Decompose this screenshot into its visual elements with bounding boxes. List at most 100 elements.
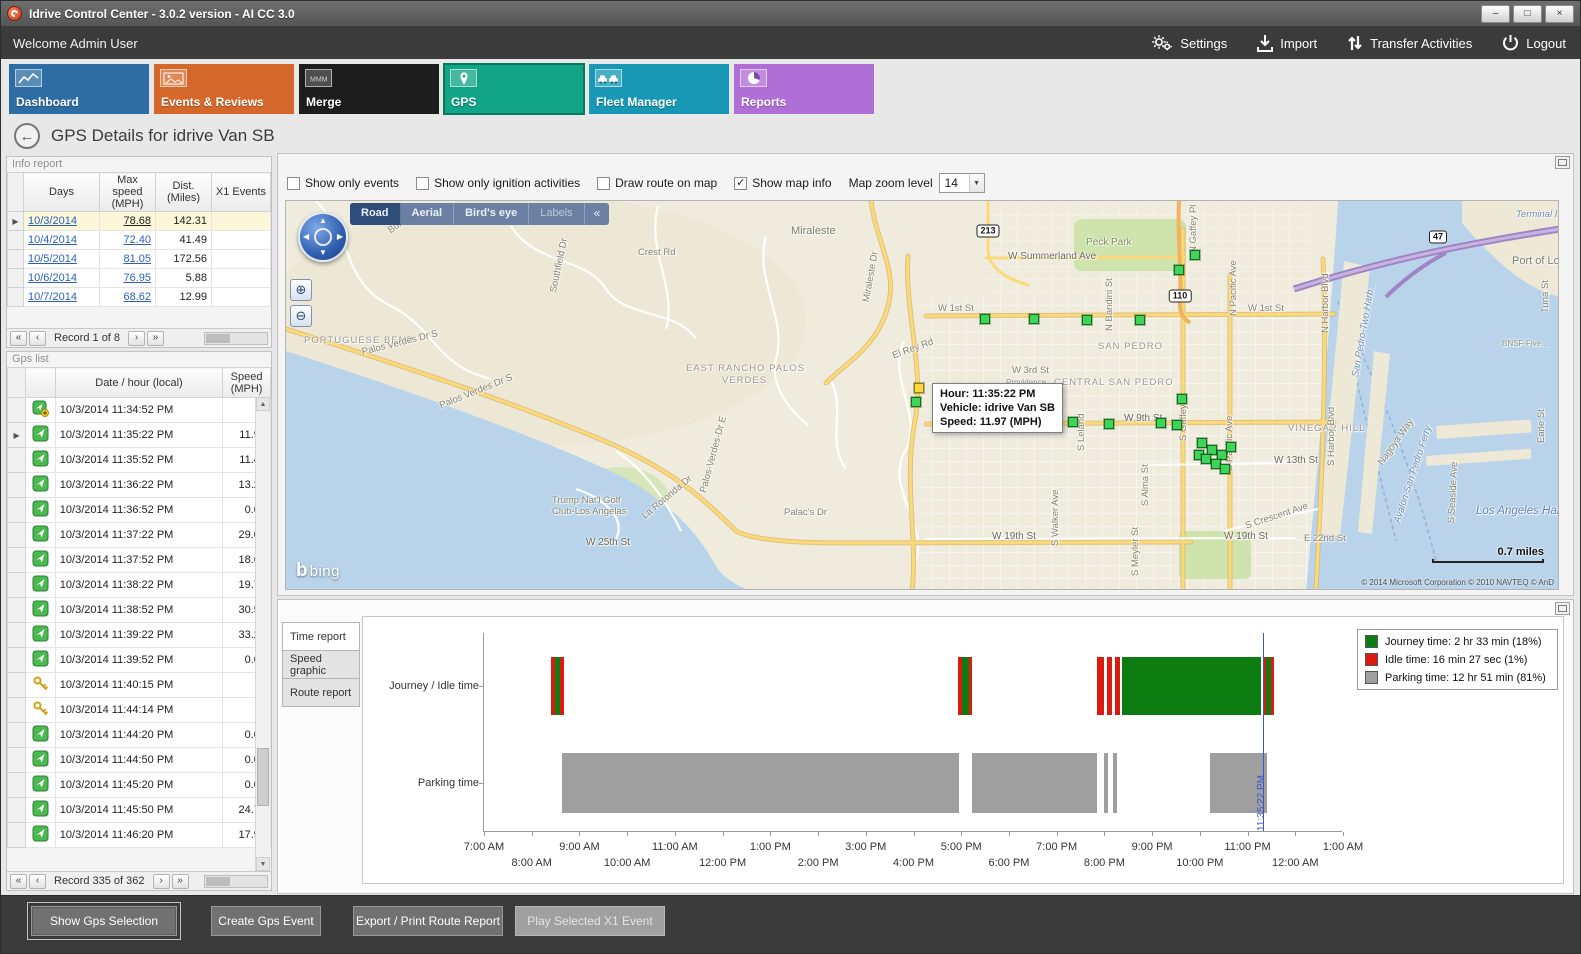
gps-datetime-cell[interactable]: 10/3/2014 11:36:22 PM (55, 473, 222, 498)
gps-marker[interactable] (1172, 420, 1182, 430)
gps-datetime-cell[interactable]: 10/3/2014 11:36:52 PM (55, 498, 222, 523)
table-row[interactable]: 10/4/201472.4041.49 (8, 231, 271, 250)
map-zoom-out-button[interactable]: ⊖ (290, 305, 312, 327)
gps-datetime-cell[interactable]: 10/3/2014 11:44:14 PM (55, 698, 222, 723)
info-days-cell[interactable]: 10/4/2014 (24, 231, 100, 250)
gps-marker[interactable] (1201, 454, 1211, 464)
gps-marker[interactable] (911, 397, 921, 407)
info-days-cell[interactable]: 10/7/2014 (24, 288, 100, 307)
gps-next-record-button[interactable]: › (153, 874, 170, 889)
list-item[interactable]: 10/3/2014 11:36:22 PM13.28 (8, 473, 271, 498)
export-print-route-report-button[interactable]: Export / Print Route Report (353, 906, 503, 936)
gps-marker[interactable] (1156, 418, 1166, 428)
info-column-header[interactable]: Dist. (Miles) (156, 173, 212, 212)
pan-right-icon[interactable]: ▶ (337, 233, 343, 241)
map-tabs-collapse-icon[interactable]: « (585, 203, 610, 225)
gps-datetime-cell[interactable]: 10/3/2014 11:40:15 PM (55, 673, 222, 698)
tab-fleet-manager[interactable]: Fleet Manager (589, 64, 729, 114)
info-max-speed-cell[interactable]: 72.40 (100, 231, 156, 250)
gps-marker[interactable] (1174, 265, 1184, 275)
list-item[interactable]: 10/3/2014 11:44:50 PM0.00 (8, 748, 271, 773)
gps-column-header[interactable]: Speed (MPH) (223, 368, 271, 398)
checkbox-icon[interactable] (416, 177, 429, 190)
gps-datetime-cell[interactable]: 10/3/2014 11:37:22 PM (55, 523, 222, 548)
checkbox-icon[interactable] (597, 177, 610, 190)
checkbox-icon[interactable] (287, 177, 300, 190)
list-item[interactable]: 10/3/2014 11:37:52 PM18.63 (8, 548, 271, 573)
list-item[interactable]: 10/3/2014 11:45:50 PM24.75 (8, 798, 271, 823)
info-days-cell[interactable]: 10/3/2014 (24, 212, 100, 231)
gps-datetime-cell[interactable]: 10/3/2014 11:44:20 PM (55, 723, 222, 748)
gps-prev-record-button[interactable]: ‹ (29, 874, 46, 889)
gps-datetime-cell[interactable]: 10/3/2014 11:46:20 PM (55, 823, 222, 848)
tab-time-report[interactable]: Time report (282, 622, 360, 651)
menu-logout-button[interactable]: Logout (1502, 34, 1566, 52)
map-compass-control[interactable]: ▲ ▼ ◀ ▶ (298, 212, 348, 262)
scroll-thumb[interactable] (206, 334, 230, 343)
list-item[interactable]: 10/3/2014 11:38:52 PM30.55 (8, 598, 271, 623)
gps-marker[interactable] (1104, 419, 1114, 429)
gps-marker[interactable] (1082, 315, 1092, 325)
info-first-record-button[interactable]: « (10, 331, 27, 346)
checkbox-show-only-ignition-activities[interactable]: Show only ignition activities (416, 176, 580, 190)
checkbox-show-map-info[interactable]: ✓Show map info (734, 176, 831, 190)
gps-marker[interactable] (1135, 315, 1145, 325)
gps-datetime-cell[interactable]: 10/3/2014 11:38:52 PM (55, 598, 222, 623)
list-item[interactable]: 10/3/2014 11:44:20 PM0.00 (8, 723, 271, 748)
list-item[interactable]: 10/3/2014 11:35:52 PM11.47 (8, 448, 271, 473)
gps-marker[interactable] (1068, 417, 1078, 427)
selected-gps-marker[interactable] (914, 383, 924, 393)
show-gps-selection-button[interactable]: Show Gps Selection (31, 906, 177, 936)
tab-route-report[interactable]: Route report (282, 678, 360, 707)
gps-last-record-button[interactable]: » (172, 874, 189, 889)
list-item[interactable]: 10/3/2014 11:39:52 PM0.00 (8, 648, 271, 673)
list-item[interactable]: 10/3/2014 11:44:14 PM (8, 698, 271, 723)
scroll-down-icon[interactable]: ▼ (256, 857, 270, 871)
info-next-record-button[interactable]: › (128, 331, 145, 346)
create-gps-event-button[interactable]: Create Gps Event (211, 906, 321, 936)
list-item[interactable]: 10/3/2014 11:45:20 PM0.00 (8, 773, 271, 798)
tab-reports[interactable]: Reports (734, 64, 874, 114)
timeline-plot[interactable]: 7:00 AM8:00 AM9:00 AM10:00 AM11:00 AM12:… (483, 633, 1342, 832)
checkbox-draw-route-on-map[interactable]: Draw route on map (597, 176, 717, 190)
map-view-labels[interactable]: Labels (529, 203, 584, 225)
list-item[interactable]: 10/3/2014 11:46:20 PM17.93 (8, 823, 271, 848)
info-hscrollbar[interactable] (204, 332, 268, 345)
pan-down-icon[interactable]: ▼ (319, 249, 327, 257)
list-item[interactable]: 10/3/2014 11:37:22 PM29.05 (8, 523, 271, 548)
map-view-aerial[interactable]: Aerial (401, 203, 455, 225)
gps-marker[interactable] (980, 314, 990, 324)
table-row[interactable]: 10/6/201476.955.88 (8, 269, 271, 288)
info-max-speed-cell[interactable]: 76.95 (100, 269, 156, 288)
gps-marker[interactable] (1177, 394, 1187, 404)
gps-datetime-cell[interactable]: 10/3/2014 11:39:22 PM (55, 623, 222, 648)
map-zoom-in-button[interactable]: ⊕ (290, 279, 312, 301)
list-item[interactable]: 10/3/2014 11:38:22 PM19.70 (8, 573, 271, 598)
list-item[interactable]: 10/3/2014 11:34:52 PM (8, 398, 271, 423)
menu-import-button[interactable]: Import (1257, 34, 1317, 52)
gps-hscrollbar[interactable] (204, 875, 268, 888)
scroll-up-icon[interactable]: ▲ (256, 397, 270, 411)
info-prev-record-button[interactable]: ‹ (29, 331, 46, 346)
gps-datetime-cell[interactable]: 10/3/2014 11:34:52 PM (55, 398, 222, 423)
gps-first-record-button[interactable]: « (10, 874, 27, 889)
info-max-speed-cell[interactable]: 78.68 (100, 212, 156, 231)
pan-up-icon[interactable]: ▲ (319, 217, 327, 225)
gps-datetime-cell[interactable]: 10/3/2014 11:45:20 PM (55, 773, 222, 798)
gps-datetime-cell[interactable]: 10/3/2014 11:35:52 PM (55, 448, 222, 473)
list-item[interactable]: ▶10/3/2014 11:35:22 PM11.97 (8, 423, 271, 448)
gps-datetime-cell[interactable]: 10/3/2014 11:37:52 PM (55, 548, 222, 573)
back-button[interactable]: ← (14, 123, 40, 149)
table-row[interactable]: 10/5/201481.05172.56 (8, 250, 271, 269)
tab-events-reviews[interactable]: Events & Reviews (154, 64, 294, 114)
info-column-header[interactable]: X1 Events (212, 173, 271, 212)
chevron-down-icon[interactable]: ▼ (969, 174, 984, 192)
gps-marker[interactable] (1197, 438, 1207, 448)
map-view-road[interactable]: Road (350, 203, 401, 225)
gps-marker[interactable] (1226, 442, 1236, 452)
map-canvas[interactable]: RoadAerialBird's eyeLabels« ▲ ▼ ◀ ▶ ⊕ ⊖ … (285, 200, 1559, 590)
gps-datetime-cell[interactable]: 10/3/2014 11:45:50 PM (55, 798, 222, 823)
gps-icon-column-header[interactable] (26, 368, 56, 398)
info-column-header[interactable]: Max speed (MPH) (100, 173, 156, 212)
tab-speed-graphic[interactable]: Speed graphic (282, 650, 360, 679)
